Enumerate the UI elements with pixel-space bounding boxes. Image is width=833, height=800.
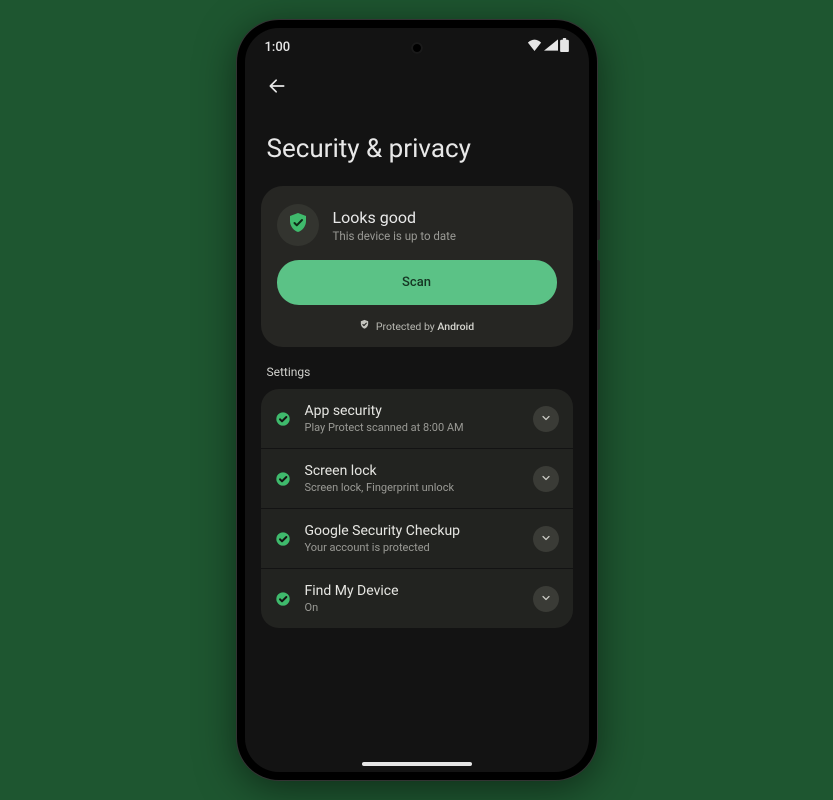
screen: 1:00 Security & privacy bbox=[245, 28, 589, 772]
status-header: Looks good This device is up to date bbox=[277, 204, 557, 246]
setting-subtitle: Your account is protected bbox=[305, 541, 519, 554]
chevron-down-icon bbox=[540, 469, 552, 488]
status-text: Looks good This device is up to date bbox=[333, 208, 457, 243]
expand-button[interactable] bbox=[533, 466, 559, 492]
shield-small-icon bbox=[359, 319, 370, 333]
chevron-down-icon bbox=[540, 409, 552, 428]
scan-button[interactable]: Scan bbox=[277, 260, 557, 305]
protected-by-row: Protected by Android bbox=[277, 319, 557, 333]
setting-subtitle: Play Protect scanned at 8:00 AM bbox=[305, 421, 519, 434]
check-circle-icon bbox=[275, 531, 291, 547]
shield-circle bbox=[277, 204, 319, 246]
battery-icon bbox=[560, 38, 569, 56]
arrow-left-icon bbox=[267, 76, 287, 100]
check-circle-icon bbox=[275, 411, 291, 427]
check-circle-icon bbox=[275, 471, 291, 487]
setting-subtitle: Screen lock, Fingerprint unlock bbox=[305, 481, 519, 494]
signal-icon bbox=[544, 39, 558, 55]
content: Security & privacy Looks good This d bbox=[245, 112, 589, 772]
expand-button[interactable] bbox=[533, 586, 559, 612]
setting-app-security[interactable]: App security Play Protect scanned at 8:0… bbox=[261, 389, 573, 449]
status-time: 1:00 bbox=[265, 40, 291, 55]
check-circle-icon bbox=[275, 591, 291, 607]
gesture-nav-pill[interactable] bbox=[362, 762, 472, 766]
expand-button[interactable] bbox=[533, 406, 559, 432]
settings-list: App security Play Protect scanned at 8:0… bbox=[261, 389, 573, 628]
setting-title: Google Security Checkup bbox=[305, 523, 519, 539]
setting-text: App security Play Protect scanned at 8:0… bbox=[305, 403, 519, 434]
setting-subtitle: On bbox=[305, 601, 519, 614]
setting-text: Google Security Checkup Your account is … bbox=[305, 523, 519, 554]
app-bar bbox=[245, 60, 589, 112]
page-title: Security & privacy bbox=[261, 112, 573, 186]
back-button[interactable] bbox=[257, 68, 297, 108]
camera-hole bbox=[411, 42, 423, 54]
settings-section-label: Settings bbox=[261, 347, 573, 389]
setting-screen-lock[interactable]: Screen lock Screen lock, Fingerprint unl… bbox=[261, 449, 573, 509]
setting-title: Find My Device bbox=[305, 583, 519, 599]
wifi-icon bbox=[527, 39, 542, 55]
status-subtitle: This device is up to date bbox=[333, 229, 457, 243]
protected-prefix: Protected by bbox=[376, 320, 438, 333]
status-right bbox=[527, 38, 569, 56]
setting-text: Screen lock Screen lock, Fingerprint unl… bbox=[305, 463, 519, 494]
chevron-down-icon bbox=[540, 529, 552, 548]
chevron-down-icon bbox=[540, 589, 552, 608]
power-button bbox=[597, 200, 600, 240]
setting-title: App security bbox=[305, 403, 519, 419]
status-title: Looks good bbox=[333, 208, 457, 227]
setting-find-my-device[interactable]: Find My Device On bbox=[261, 569, 573, 628]
phone-frame: 1:00 Security & privacy bbox=[237, 20, 597, 780]
protected-by-label: Protected by Android bbox=[376, 320, 474, 333]
security-status-card: Looks good This device is up to date Sca… bbox=[261, 186, 573, 347]
setting-text: Find My Device On bbox=[305, 583, 519, 614]
protected-brand: Android bbox=[437, 320, 474, 333]
setting-title: Screen lock bbox=[305, 463, 519, 479]
expand-button[interactable] bbox=[533, 526, 559, 552]
volume-button bbox=[597, 260, 600, 330]
shield-check-icon bbox=[286, 211, 310, 239]
setting-google-security-checkup[interactable]: Google Security Checkup Your account is … bbox=[261, 509, 573, 569]
